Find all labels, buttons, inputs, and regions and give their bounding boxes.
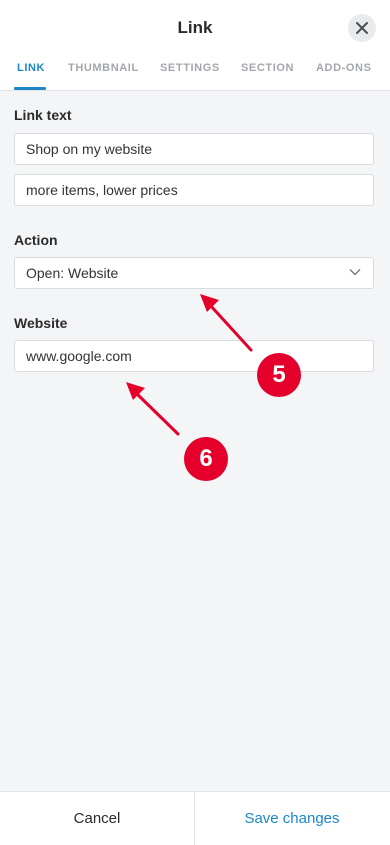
annotation-arrow-6 bbox=[126, 382, 180, 436]
footer-bar: Cancel Save changes bbox=[0, 791, 390, 845]
save-changes-button[interactable]: Save changes bbox=[195, 792, 389, 845]
annotation-badge-6: 6 bbox=[184, 437, 228, 481]
cancel-button[interactable]: Cancel bbox=[0, 792, 194, 845]
annotation-badge-5: 5 bbox=[257, 353, 301, 397]
